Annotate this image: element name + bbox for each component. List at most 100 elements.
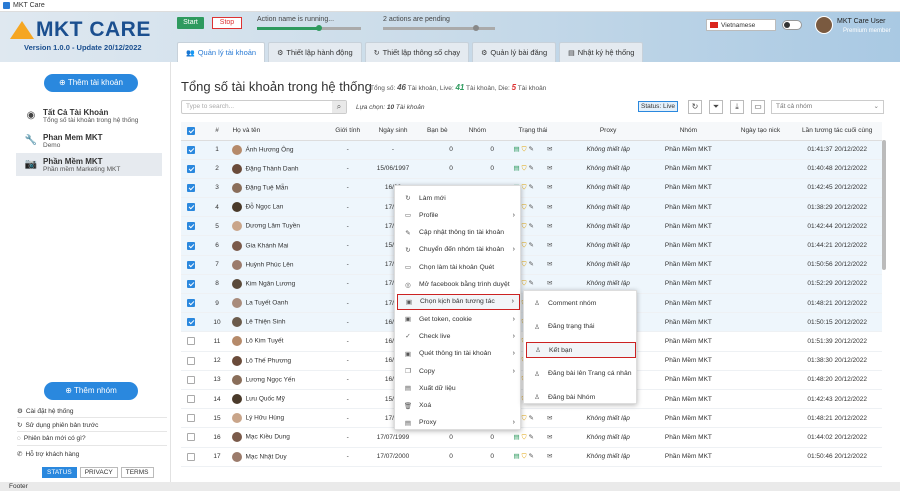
stop-button[interactable]: Stop — [212, 17, 242, 29]
table-row[interactable]: 15Lý Hữu Hùng-17/06▤⛉✎✉Không thiết lậpPh… — [181, 408, 882, 429]
submenu-item[interactable]: ♙ Đăng bài Nhóm — [526, 389, 636, 405]
whats-new-link[interactable]: ◌ Phiên bản mới có gì? — [17, 435, 167, 442]
table-row[interactable]: 7Huỳnh Phúc Lên-17/06▤⛉✎✉Không thiết lập… — [181, 255, 882, 275]
menu-item-label: Xoá — [419, 402, 432, 410]
row-checkbox[interactable] — [187, 279, 196, 288]
privacy-tab[interactable]: PRIVACY — [79, 467, 118, 478]
table-row[interactable]: 16 Mạc Kiều Dung -17/07/1999 0 0 ▤ ⛉ ✎ ✉ Không th… — [181, 427, 882, 448]
row-checkbox[interactable] — [187, 375, 196, 384]
terms-tab[interactable]: TERMS — [120, 467, 154, 478]
menu-item[interactable]: ◎ Mở facebook bằng trình duyệt — [397, 277, 520, 293]
row-checkbox[interactable] — [187, 337, 196, 346]
menu-item[interactable]: ▣ Chọn kịch bản tương tác › — [397, 293, 520, 310]
col-status[interactable]: Trạng thái — [498, 122, 568, 141]
menu-item[interactable]: ▭ Chọn làm tài khoản Quét — [397, 259, 520, 275]
row-checkbox[interactable] — [187, 414, 196, 423]
row-created — [728, 293, 793, 314]
divider — [17, 431, 167, 432]
search-input[interactable]: Type to search... ⌕ — [181, 100, 347, 114]
row-checkbox[interactable] — [187, 433, 196, 442]
tab-system-log[interactable]: ▤ Nhật ký hệ thống — [559, 42, 644, 62]
menu-item[interactable]: ↻ Chuyển đến nhóm tài khoản › — [397, 242, 520, 258]
menu-item[interactable]: ▣ Get token, cookie › — [397, 311, 520, 327]
menu-item[interactable]: ▣ Quét thông tin tài khoản › — [397, 346, 520, 362]
sidebar-item-mkt[interactable]: 📷 Phần Mềm MKT Phần mềm Marketing MKT — [16, 153, 162, 176]
table-row[interactable]: 2 Đặng Thành Danh -15/06/1997 0 0 ▤ ⛉ ✎ ✉ Không t… — [181, 159, 882, 179]
export-icon: ▤ — [404, 385, 412, 393]
tab-action-setup[interactable]: ⚙ Thiết lập hành động — [268, 42, 362, 62]
menu-item[interactable]: ❐ Copy › — [397, 363, 520, 379]
row-checkbox[interactable] — [187, 356, 196, 365]
status-tab[interactable]: STATUS — [42, 467, 77, 478]
avatar[interactable] — [815, 16, 833, 34]
row-group: Phần Mềm MKT — [648, 255, 729, 275]
row-checkbox[interactable] — [187, 145, 196, 154]
group-select[interactable]: Tất cả nhóm ⌄ — [771, 100, 884, 114]
theme-toggle[interactable] — [782, 20, 802, 30]
submenu-item[interactable]: ♙ Kết bạn — [526, 342, 636, 358]
table-row[interactable]: 5Dương Lâm Tuyền-17/06▤⛉✎✉Không thiết lậ… — [181, 216, 882, 237]
row-checkbox[interactable] — [187, 164, 196, 173]
select-all-checkbox[interactable] — [187, 126, 196, 135]
download-icon[interactable]: ⤓ — [730, 100, 744, 114]
row-checkbox[interactable] — [187, 318, 196, 327]
col-last-interaction[interactable]: Lần tương tác cuối cùng — [792, 122, 882, 141]
row-checkbox[interactable] — [187, 299, 196, 308]
menu-item[interactable]: ✎ Cập nhật thông tin tài khoản — [397, 225, 520, 241]
tab-run-params[interactable]: ↻ Thiết lập thông số chạy — [364, 42, 470, 62]
menu-item[interactable]: ↻ Làm mới — [397, 190, 520, 206]
col-index[interactable]: # — [201, 122, 233, 141]
menu-item-label: Profile — [419, 211, 439, 219]
row-name-cell: Huỳnh Phúc Lên — [232, 255, 328, 275]
col-group[interactable]: Nhóm — [648, 122, 729, 141]
col-created[interactable]: Ngày tạo nick — [728, 122, 793, 141]
search-icon[interactable]: ⌕ — [332, 101, 346, 113]
row-checkbox[interactable] — [187, 395, 196, 404]
col-friends[interactable]: Bạn bè — [417, 122, 457, 141]
menu-item[interactable]: 🗑 Xoá — [397, 398, 520, 414]
row-checkbox[interactable] — [187, 452, 196, 461]
sidebar-item-all-accounts[interactable]: ◉ Tất Cả Tài Khoản Tổng số tài khoản tron… — [16, 104, 171, 127]
table-row[interactable]: 17 Mạc Nhật Duy -17/07/2000 0 0 ▤ ⛉ ✎ ✉ Không thi… — [181, 447, 882, 467]
col-proxy[interactable]: Proxy — [567, 122, 649, 141]
table-row[interactable]: 3Đặng Tuệ Mẫn-16/06▤⛉✎✉Không thiết lậpPh… — [181, 178, 882, 199]
col-name[interactable]: Họ và tên — [232, 122, 328, 141]
menu-item[interactable]: ▤ Proxy › — [397, 415, 520, 431]
row-friends: 0 — [417, 140, 457, 160]
table-row[interactable]: 4Đỗ Ngọc Lan-17/06▤⛉✎✉Không thiết lậpPhầ… — [181, 197, 882, 218]
col-groups[interactable]: Nhóm — [456, 122, 498, 141]
row-checkbox[interactable] — [187, 183, 196, 192]
col-gender[interactable]: Giới tính — [327, 122, 369, 141]
submenu-item[interactable]: ♙ Comment nhóm — [526, 295, 636, 311]
tab-post-management[interactable]: ⚙ Quản lý bài đăng — [472, 42, 557, 62]
menu-item[interactable]: ▤ Xuất dữ liệu — [397, 380, 520, 396]
previous-version-link[interactable]: ↻ Sử dụng phiên bản trước — [17, 421, 167, 430]
row-checkbox[interactable] — [187, 222, 196, 231]
tab-account-management[interactable]: 👥 Quản lý tài khoản — [177, 42, 266, 62]
submenu-item[interactable]: ♙ Đăng bài lên Trang cá nhân — [526, 366, 636, 382]
add-group-button[interactable]: ⊕ Thêm nhóm — [44, 382, 138, 400]
menu-item[interactable]: ▭ Profile › — [397, 207, 520, 223]
brand-logo: MKT CARE — [10, 18, 151, 42]
refresh-icon[interactable]: ↻ — [688, 100, 702, 114]
filter-icon[interactable]: ⏷ — [709, 100, 723, 114]
system-settings-link[interactable]: ⚙ Cài đặt hệ thống — [17, 407, 167, 416]
support-link[interactable]: ✆ Hỗ trợ khách hàng — [17, 450, 167, 459]
add-account-button[interactable]: ⊕ Thêm tài khoản — [44, 74, 138, 92]
row-checkbox[interactable] — [187, 260, 196, 269]
select-all-cell — [181, 122, 202, 141]
row-group: Phần Mềm MKT — [648, 235, 729, 256]
start-button[interactable]: Start — [177, 17, 204, 29]
row-checkbox[interactable] — [187, 241, 196, 250]
sidebar-item-demo[interactable]: 🔧 Phan Mem MKT Demo — [16, 129, 171, 152]
table-scrollbar[interactable] — [882, 140, 886, 270]
folder-icon[interactable]: ▭ — [751, 100, 765, 114]
table-row[interactable]: 6Gia Khánh Mai-15/06▤⛉✎✉Không thiết lậpP… — [181, 235, 882, 256]
status-filter[interactable]: Status: Live — [638, 101, 678, 112]
table-row[interactable]: 1 Ánh Hương Ông - -0 0 ▤ ⛉ ✎ ✉ Không thiết lập Phầ… — [181, 140, 882, 160]
menu-item[interactable]: ✓ Check live › — [397, 328, 520, 344]
submenu-item[interactable]: ♙ Đăng trạng thái — [526, 319, 636, 335]
row-checkbox[interactable] — [187, 203, 196, 212]
language-select[interactable]: Vietnamese — [706, 19, 776, 31]
col-dob[interactable]: Ngày sinh — [368, 122, 418, 141]
